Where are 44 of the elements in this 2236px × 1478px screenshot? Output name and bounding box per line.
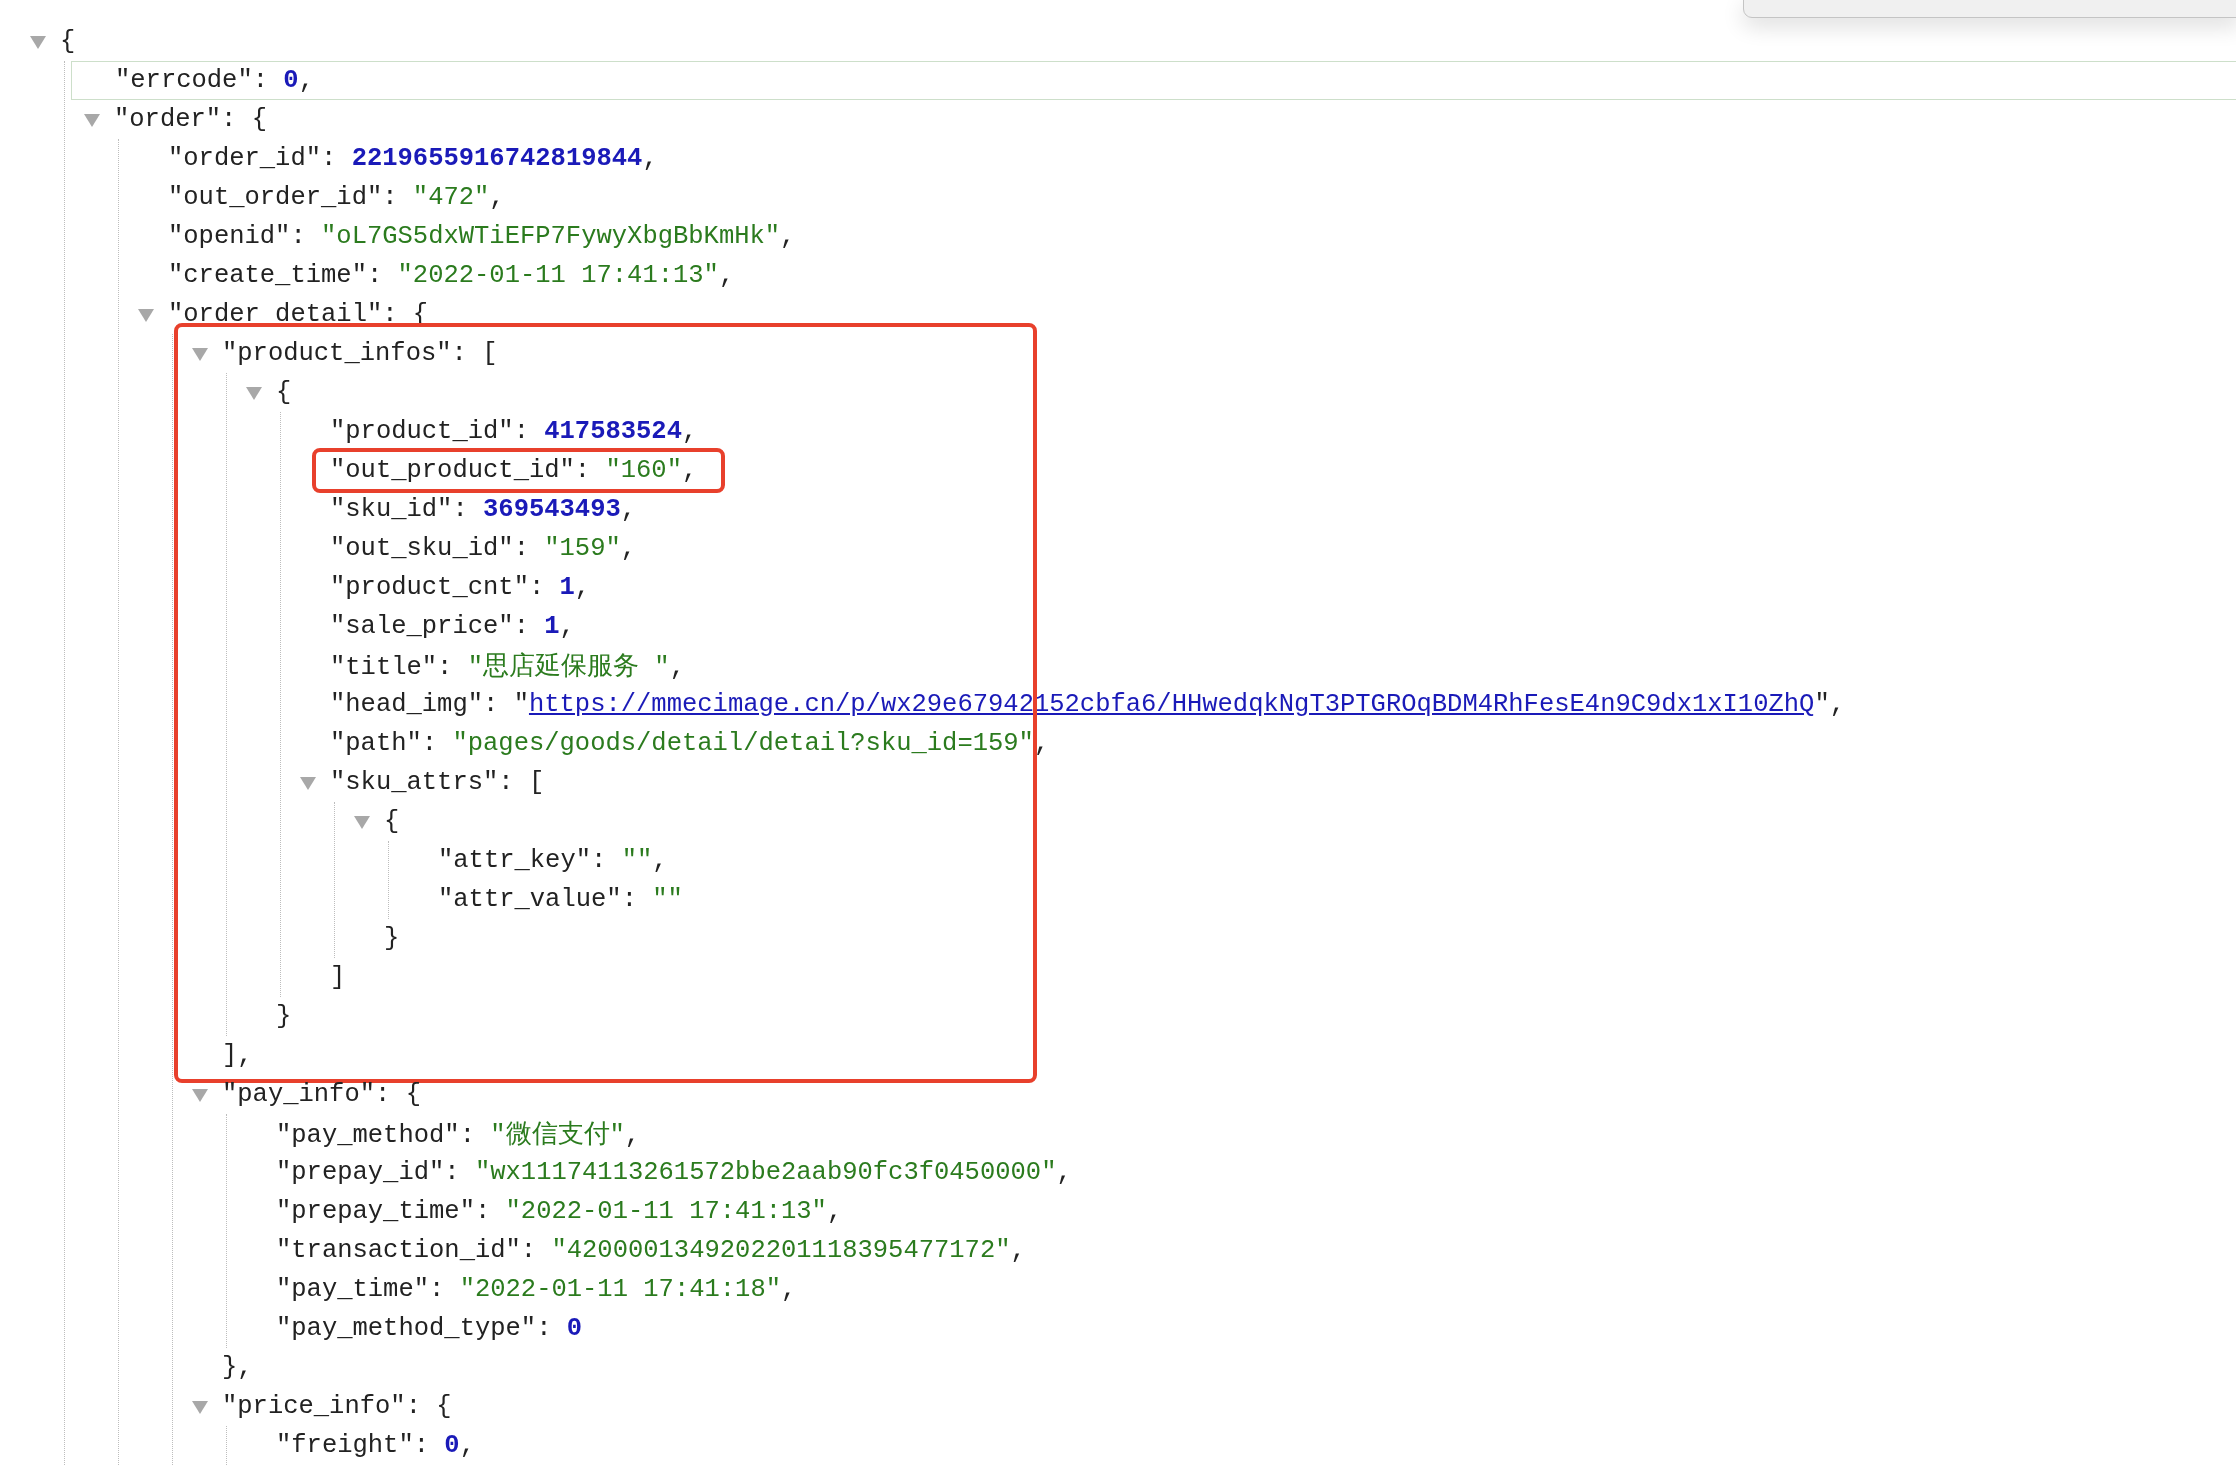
json-line: { [276,378,292,407]
json-line: "title": "思店延保服务 ", [330,651,685,683]
json-line: ], [222,1041,253,1070]
collapse-toggle[interactable] [352,813,372,830]
json-line: "attr_value": "" [438,885,683,914]
json-line: "prepay_time": "2022-01-11 17:41:13", [276,1197,843,1226]
json-line: "pay_method_type": 0 [276,1314,583,1343]
json-line: "price_info": { [222,1392,452,1421]
json-line: "prepay_id": "wx11174113261572bbe2aab90fc3f0450000", [276,1158,1072,1187]
json-line: "errcode": 0, [115,66,314,95]
json-line: "openid": "oL7GS5dxWTiEFP7FywyXbgBbKmHk", [168,222,796,251]
json-line: "order_id": 2219655916742819844, [168,144,658,173]
collapse-toggle[interactable] [190,345,210,362]
collapse-toggle[interactable] [28,33,48,50]
json-line: "pay_time": "2022-01-11 17:41:18", [276,1275,797,1304]
json-line: }, [222,1353,253,1382]
json-line: { [384,807,400,836]
collapse-toggle[interactable] [244,384,264,401]
json-line: "attr_key": "", [438,846,668,875]
json-line: "sale_price": 1, [330,612,575,641]
json-line: "sku_id": 369543493, [330,495,637,524]
collapse-toggle[interactable] [136,306,156,323]
json-line: } [276,1002,292,1031]
json-line: "pay_method": "微信支付", [276,1119,641,1151]
collapse-toggle[interactable] [82,111,102,128]
collapse-toggle[interactable] [190,1086,210,1103]
json-line: ] [330,963,346,992]
json-line: "out_sku_id": "159", [330,534,637,563]
json-line: "product_cnt": 1, [330,573,591,602]
collapse-toggle[interactable] [190,1398,210,1415]
json-line: "out_order_id": "472", [168,183,505,212]
json-line: "order": { [114,105,268,134]
json-line: "product_infos": [ [222,339,498,368]
json-line: "create_time": "2022-01-11 17:41:13", [168,261,735,290]
json-line: "out_product_id": "160", [330,456,698,485]
json-line: "freight": 0, [276,1431,475,1460]
json-line: } [384,924,400,953]
json-line: { [60,27,76,56]
json-line: "pay_info": { [222,1080,421,1109]
json-line: "sku_attrs": [ [330,768,545,797]
json-line: "path": "pages/goods/detail/detail?sku_id=159", [330,729,1050,758]
json-line: "transaction_id": "4200001349202201118395477172", [276,1236,1026,1265]
collapse-toggle[interactable] [298,774,318,791]
json-line: "product_id": 417583524, [330,417,698,446]
